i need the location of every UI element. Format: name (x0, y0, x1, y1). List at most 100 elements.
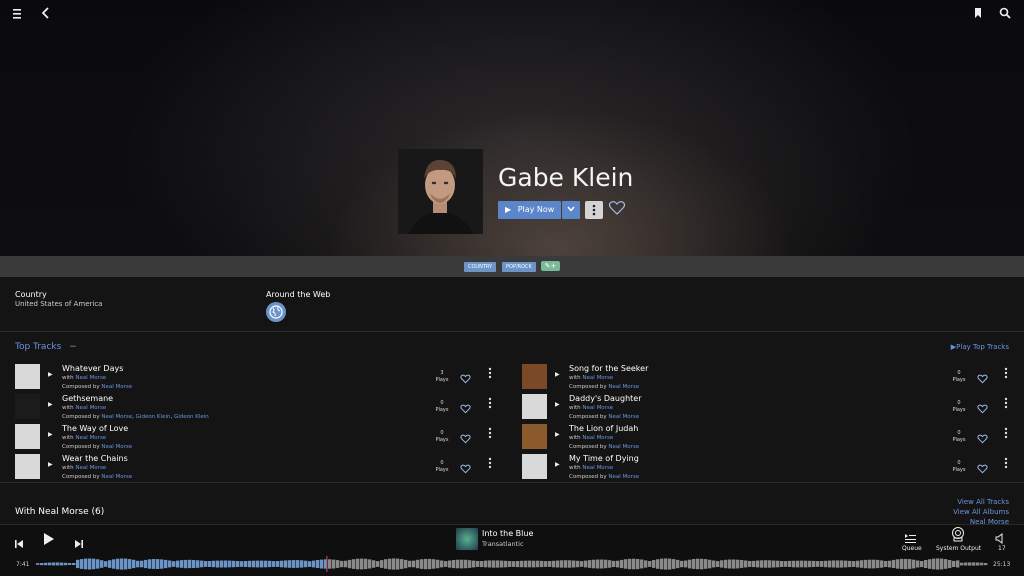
play-top-tracks-button[interactable]: ▶Play Top Tracks (951, 343, 1009, 351)
queue-label[interactable]: Queue (902, 545, 922, 552)
now-playing-title[interactable]: Into the Blue (482, 529, 533, 538)
next-icon[interactable] (74, 534, 84, 553)
more-vertical-icon[interactable] (1004, 397, 1008, 412)
view-all-albums-link[interactable]: View All Albums (953, 508, 1009, 516)
more-vertical-icon[interactable] (488, 397, 492, 412)
album-thumbnail[interactable] (15, 394, 40, 419)
genre-tag-country[interactable]: COUNTRY (464, 262, 497, 272)
waveform-bar (824, 560, 828, 568)
genre-tag-pop-rock[interactable]: POP/ROCK (502, 262, 536, 272)
album-thumbnail[interactable] (522, 454, 547, 479)
more-vertical-icon[interactable] (488, 367, 492, 382)
heart-icon[interactable] (460, 459, 471, 474)
back-icon[interactable] (35, 6, 57, 24)
menu-icon[interactable] (8, 6, 30, 24)
play-icon[interactable]: ▶ (48, 461, 53, 468)
more-vertical-icon[interactable] (1004, 457, 1008, 472)
track-title[interactable]: My Time of Dying (569, 454, 639, 463)
more-vertical-icon[interactable] (1004, 427, 1008, 442)
more-vertical-icon[interactable] (1004, 367, 1008, 382)
track-title[interactable]: Song for the Seeker (569, 364, 648, 373)
artist-link[interactable]: Neal Morse (582, 465, 613, 471)
play-icon[interactable]: ▶ (555, 461, 560, 468)
playhead-marker[interactable] (326, 556, 328, 572)
previous-icon[interactable] (14, 534, 24, 553)
artist-link[interactable]: Neal Morse (582, 435, 613, 441)
top-tracks-title[interactable]: Top Tracks − (15, 342, 77, 352)
track-row[interactable]: ▶ Song for the Seeker with Neal Morse Compo… (522, 364, 1022, 394)
album-thumbnail[interactable] (15, 454, 40, 479)
waveform-bar (400, 559, 404, 569)
now-playing-artist[interactable]: Transatlantic (482, 540, 524, 548)
collapse-icon[interactable]: − (69, 342, 77, 352)
track-title[interactable]: Daddy's Daughter (569, 394, 642, 403)
composer-link[interactable]: Neal Morse (608, 384, 639, 390)
track-row[interactable]: ▶ The Lion of Judah with Neal Morse Compose… (522, 424, 1022, 454)
artist-link[interactable]: Neal Morse (582, 405, 613, 411)
heart-icon[interactable] (977, 459, 988, 474)
composer-link[interactable]: Neal Morse (608, 474, 639, 480)
track-row[interactable]: ▶ Wear the Chains with Neal Morse Composed … (15, 454, 515, 484)
play-pause-button[interactable] (42, 531, 56, 550)
track-row[interactable]: ▶ Whatever Days with Neal Morse Composed by… (15, 364, 515, 394)
track-title[interactable]: The Way of Love (62, 424, 128, 433)
heart-icon[interactable] (460, 369, 471, 384)
composer-link[interactable]: Neal Morse (101, 444, 132, 450)
favorite-heart-icon[interactable] (608, 200, 628, 220)
artist-link[interactable]: Neal Morse (582, 375, 613, 381)
play-now-button[interactable]: ▶ Play Now (498, 201, 561, 219)
composer-link[interactable]: Gideon Klein (174, 414, 209, 420)
output-label[interactable]: System Output (936, 545, 981, 552)
track-title[interactable]: The Lion of Judah (569, 424, 638, 433)
composer-link[interactable]: Neal Morse (101, 474, 132, 480)
heart-icon[interactable] (977, 429, 988, 444)
play-icon[interactable]: ▶ (48, 431, 53, 438)
tag-edit-icon[interactable]: ✎+ (541, 261, 560, 271)
composer-link[interactable]: Neal Morse (101, 384, 132, 390)
play-icon[interactable]: ▶ (555, 371, 560, 378)
more-vertical-icon[interactable] (488, 457, 492, 472)
artist-link[interactable]: Neal Morse (75, 465, 106, 471)
composer-link[interactable]: Neal Morse (101, 414, 132, 420)
speaker-icon[interactable] (950, 527, 966, 546)
view-all-tracks-link[interactable]: View All Tracks (957, 498, 1009, 506)
composer-link[interactable]: Neal Morse (608, 444, 639, 450)
play-icon[interactable]: ▶ (48, 401, 53, 408)
waveform-bar (628, 558, 632, 570)
play-icon[interactable]: ▶ (48, 371, 53, 378)
more-options-button[interactable] (585, 201, 603, 219)
search-icon[interactable] (994, 6, 1016, 24)
artist-link[interactable]: Neal Morse (75, 375, 106, 381)
album-thumbnail[interactable] (15, 424, 40, 449)
track-title[interactable]: Wear the Chains (62, 454, 128, 463)
track-row[interactable]: ▶ Daddy's Daughter with Neal Morse Composed… (522, 394, 1022, 424)
waveform-bar (676, 559, 680, 569)
artist-link[interactable]: Neal Morse (75, 435, 106, 441)
composer-link[interactable]: Gideon Klein (136, 414, 171, 420)
album-thumbnail[interactable] (522, 394, 547, 419)
track-title[interactable]: Gethsemane (62, 394, 113, 403)
more-vertical-icon[interactable] (488, 427, 492, 442)
album-thumbnail[interactable] (522, 424, 547, 449)
track-row[interactable]: ▶ The Way of Love with Neal Morse Composed … (15, 424, 515, 454)
waveform-bar (872, 559, 876, 569)
track-row[interactable]: ▶ My Time of Dying with Neal Morse Composed… (522, 454, 1022, 484)
heart-icon[interactable] (977, 399, 988, 414)
heart-icon[interactable] (977, 369, 988, 384)
waveform-bar (120, 558, 124, 570)
heart-icon[interactable] (460, 429, 471, 444)
play-options-dropdown[interactable] (562, 201, 580, 219)
bookmark-icon[interactable] (967, 6, 989, 24)
globe-icon[interactable] (266, 302, 286, 322)
play-icon[interactable]: ▶ (555, 401, 560, 408)
artist-link[interactable]: Neal Morse (75, 405, 106, 411)
now-playing-album-art[interactable] (456, 528, 478, 550)
composer-link[interactable]: Neal Morse (608, 414, 639, 420)
waveform-seek-bar[interactable] (36, 556, 988, 572)
album-thumbnail[interactable] (15, 364, 40, 389)
play-icon[interactable]: ▶ (555, 431, 560, 438)
heart-icon[interactable] (460, 399, 471, 414)
track-title[interactable]: Whatever Days (62, 364, 123, 373)
track-row[interactable]: ▶ Gethsemane with Neal Morse Composed by Ne… (15, 394, 515, 424)
album-thumbnail[interactable] (522, 364, 547, 389)
